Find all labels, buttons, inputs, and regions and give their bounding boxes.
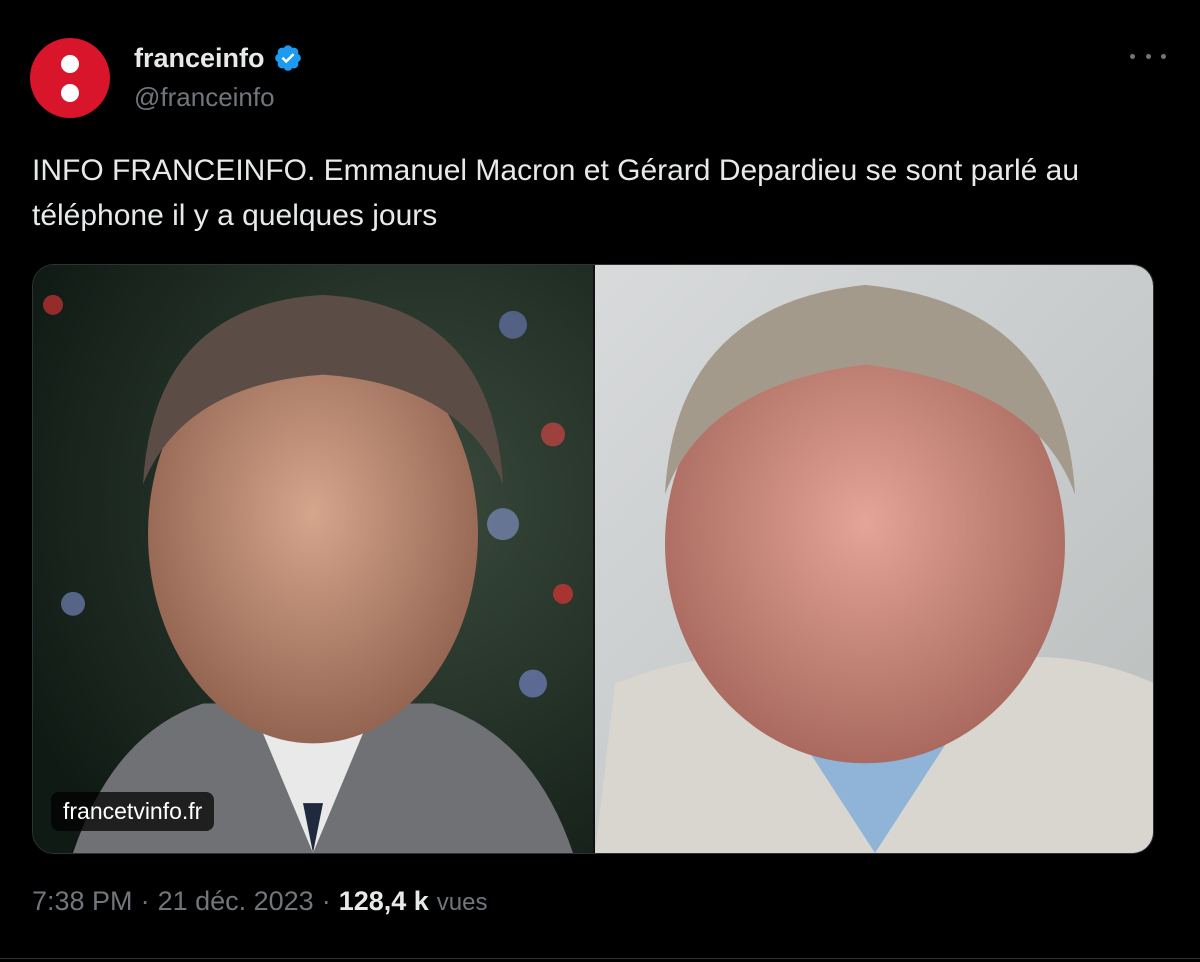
avatar-dot (61, 84, 79, 102)
more-icon[interactable] (1130, 46, 1166, 66)
tweet[interactable]: franceinfo @franceinfo INFO FRANCEINFO. … (0, 0, 1200, 962)
tweet-media[interactable]: francetvinfo.fr (32, 264, 1154, 854)
separator: · (140, 886, 150, 916)
tweet-meta: 7:38 PM · 21 déc. 2023 · 128,4 k vues (32, 886, 488, 917)
author-row: franceinfo (134, 40, 303, 76)
divider (0, 958, 1200, 959)
tweet-date[interactable]: 21 déc. 2023 (158, 886, 314, 917)
source-badge: francetvinfo.fr (51, 792, 215, 831)
verified-badge-icon[interactable] (273, 43, 303, 73)
avatar-dot (61, 55, 79, 73)
tweet-time[interactable]: 7:38 PM (32, 886, 133, 917)
tweet-text: INFO FRANCEINFO. Emmanuel Macron et Géra… (32, 154, 1080, 232)
handle[interactable]: @franceinfo (134, 82, 275, 113)
views-label: vues (436, 889, 488, 916)
avatar[interactable] (30, 38, 110, 118)
separator: · (321, 886, 331, 916)
views-count: 128,4 k (338, 886, 429, 916)
photo-left[interactable]: francetvinfo.fr (33, 265, 593, 853)
display-name[interactable]: franceinfo (134, 43, 265, 74)
photo-right[interactable] (595, 265, 1153, 853)
